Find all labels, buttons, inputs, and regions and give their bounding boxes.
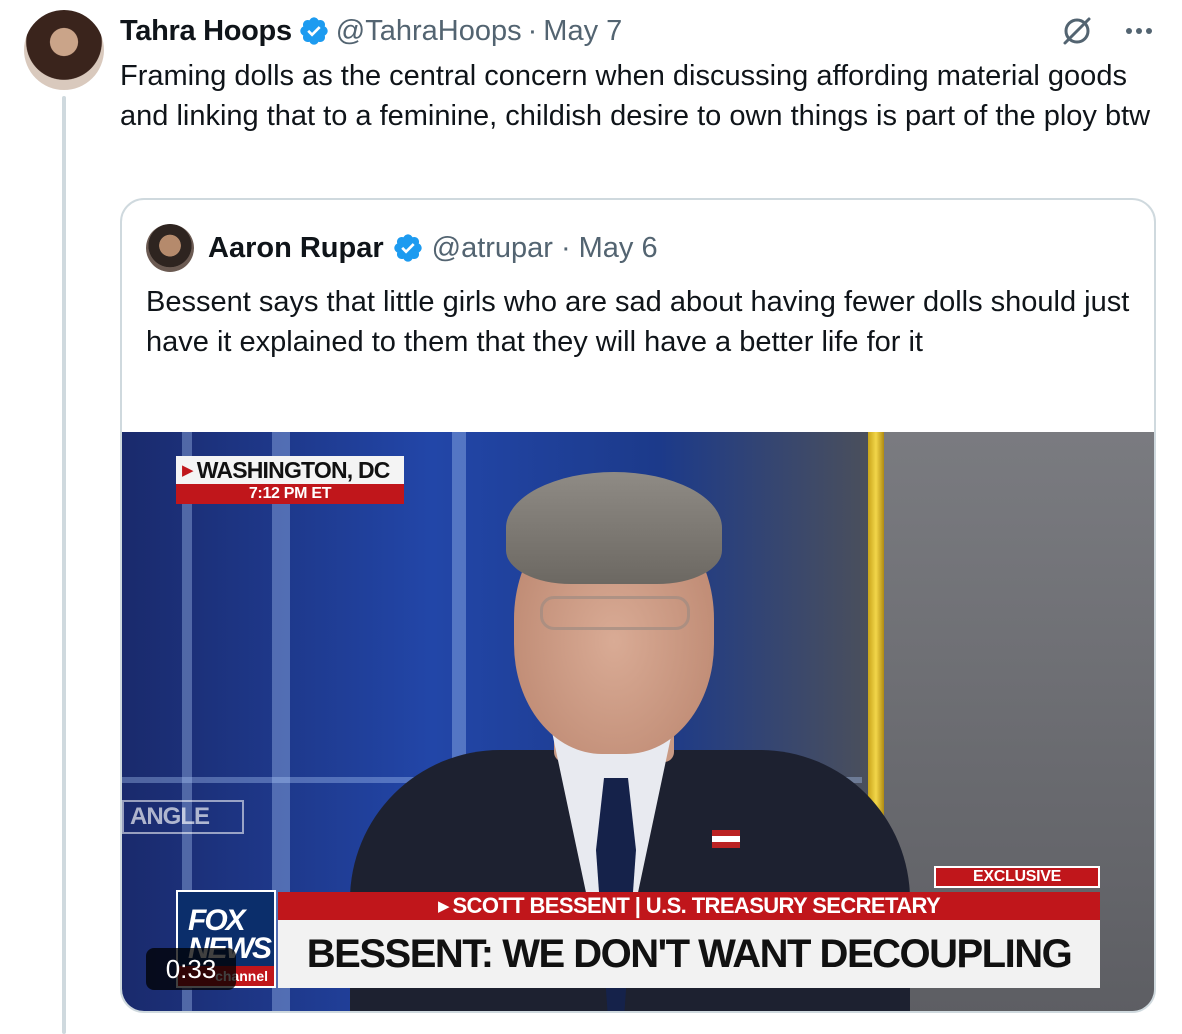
video-duration: 0:33 — [146, 948, 236, 990]
more-icon[interactable] — [1122, 14, 1156, 48]
lower-third-headline: BESSENT: WE DON'T WANT DECOUPLING — [278, 920, 1100, 988]
quoted-tweet-text: Bessent says that little girls who are s… — [146, 286, 1130, 358]
location-box: ▶ WASHINGTON, DC 7:12 PM ET — [176, 456, 404, 504]
separator-dot: · — [527, 14, 538, 47]
play-triangle-icon: ▶ — [182, 462, 194, 479]
location-text: WASHINGTON, DC — [196, 457, 391, 483]
avatar[interactable] — [24, 10, 104, 90]
person-hair — [506, 472, 722, 584]
quoted-tweet-date[interactable]: May 6 — [579, 232, 658, 265]
author-name[interactable]: Tahra Hoops — [120, 15, 292, 48]
time-label: 7:12 PM ET — [176, 484, 404, 504]
quoted-avatar[interactable] — [146, 224, 194, 272]
author-handle[interactable]: @TahraHoops — [336, 15, 522, 48]
wall-sign: ANGLE — [122, 800, 244, 834]
tweet[interactable]: Tahra Hoops @TahraHoops · May 7 Framing … — [0, 0, 1182, 1034]
lower-third-subtitle: ▶ SCOTT BESSENT | U.S. TREASURY SECRETAR… — [278, 892, 1100, 920]
verified-badge-icon — [393, 234, 422, 262]
quoted-tweet[interactable]: Aaron Rupar @atrupar · May 6 Bessent say… — [120, 198, 1156, 1013]
grok-icon[interactable] — [1060, 14, 1094, 48]
flag-pin — [712, 830, 740, 848]
tweet-date[interactable]: May 7 — [543, 15, 622, 48]
play-triangle-icon: ▶ — [437, 898, 453, 915]
subtitle-text: SCOTT BESSENT | U.S. TREASURY SECRETARY — [452, 893, 941, 918]
video-player[interactable]: ANGLE ▶ WASHINGTON, DC 7:12 PM ET EXCLUSI… — [122, 432, 1154, 1011]
quoted-tweet-header: Aaron Rupar @atrupar · May 6 — [146, 224, 658, 272]
header-actions — [1060, 14, 1156, 48]
tweet-text: Framing dolls as the central concern whe… — [120, 60, 1151, 132]
thread-line — [62, 96, 66, 1034]
location-label: ▶ WASHINGTON, DC — [176, 456, 404, 484]
quoted-author-name[interactable]: Aaron Rupar — [208, 232, 384, 265]
quoted-author-handle[interactable]: @atrupar — [432, 232, 553, 265]
exclusive-badge: EXCLUSIVE — [934, 866, 1100, 888]
verified-badge-icon — [300, 17, 328, 45]
separator-dot: · — [560, 231, 571, 264]
tweet-header: Tahra Hoops @TahraHoops · May 7 — [120, 12, 622, 50]
person-glasses — [540, 596, 690, 630]
